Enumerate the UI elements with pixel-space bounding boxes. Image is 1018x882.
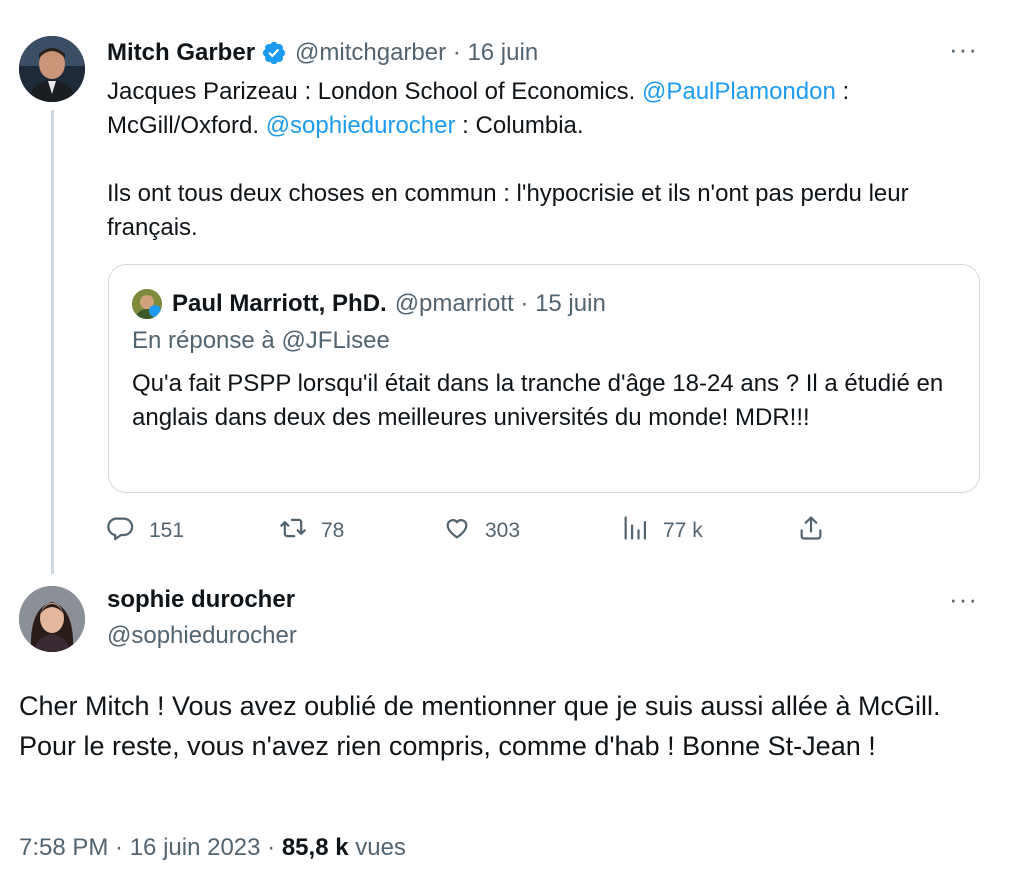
reply-icon — [107, 514, 135, 548]
thread-connector-line — [51, 110, 54, 574]
tweet-text-part: : Columbia. — [455, 112, 584, 139]
views-label: vues — [348, 834, 406, 861]
quoted-tweet-text: Qu'a fait PSPP lorsqu'il était dans la t… — [132, 370, 944, 431]
quoted-author-avatar — [132, 289, 162, 319]
author-name[interactable]: sophie durocher — [107, 586, 295, 614]
avatar-sophie-durocher[interactable] — [19, 586, 85, 652]
tweet-text-paragraph: Ils ont tous deux choses en commun : l'h… — [107, 180, 909, 241]
reply-context: En réponse à @JFLisee — [132, 327, 390, 354]
more-dots-icon[interactable]: ··· — [949, 36, 978, 62]
views-chart-icon — [621, 514, 649, 548]
author-name[interactable]: Mitch Garber — [107, 39, 255, 67]
verified-badge-icon — [261, 40, 287, 66]
reply-count: 151 — [149, 519, 185, 542]
like-button[interactable]: 303 — [443, 510, 520, 552]
tweet-text-part: Jacques Parizeau : London School of Econ… — [107, 78, 642, 105]
retweet-count: 78 — [321, 519, 345, 542]
views-button[interactable]: 77 k — [621, 510, 703, 552]
like-count: 303 — [485, 519, 521, 542]
author-handle-date[interactable]: @mitchgarber · 16 juin — [295, 39, 538, 67]
tweet-text: Cher Mitch ! Vous avez oublié de mention… — [19, 691, 941, 761]
reply-button[interactable]: 151 — [107, 510, 184, 552]
quoted-author-handle-date: @pmarriott · 15 juin — [394, 290, 606, 317]
author-handle[interactable]: @sophiedurocher — [107, 622, 297, 650]
mention-link[interactable]: @sophiedurocher — [266, 112, 456, 139]
tweet-meta: 7:58 PM · 16 juin 2023 · 85,8 k vues — [19, 834, 406, 862]
heart-icon — [443, 514, 471, 548]
views-count: 77 k — [663, 519, 703, 542]
share-icon — [797, 514, 825, 548]
views-total: 85,8 k — [281, 834, 349, 861]
tweet-actions-bar: 151 78 303 77 k — [107, 510, 837, 552]
tweet-timestamp[interactable]: 7:58 PM · 16 juin 2023 · — [19, 834, 282, 861]
quoted-tweet-header: Paul Marriott, PhD. @pmarriott · 15 juin — [132, 287, 606, 321]
quoted-tweet-card[interactable]: Paul Marriott, PhD. @pmarriott · 15 juin… — [108, 264, 980, 493]
mention-link[interactable]: @PaulPlamondon — [642, 78, 836, 105]
more-dots-icon[interactable]: ··· — [949, 586, 978, 612]
avatar-mitch-garber[interactable] — [19, 36, 85, 102]
retweet-button[interactable]: 78 — [279, 510, 344, 552]
share-button[interactable] — [797, 510, 825, 552]
retweet-icon — [279, 514, 307, 548]
tweet-header: Mitch Garber @mitchgarber · 16 juin — [107, 36, 538, 70]
tweet-text: Jacques Parizeau : London School of Econ… — [107, 75, 987, 279]
quoted-author-name: Paul Marriott, PhD. — [172, 290, 387, 317]
